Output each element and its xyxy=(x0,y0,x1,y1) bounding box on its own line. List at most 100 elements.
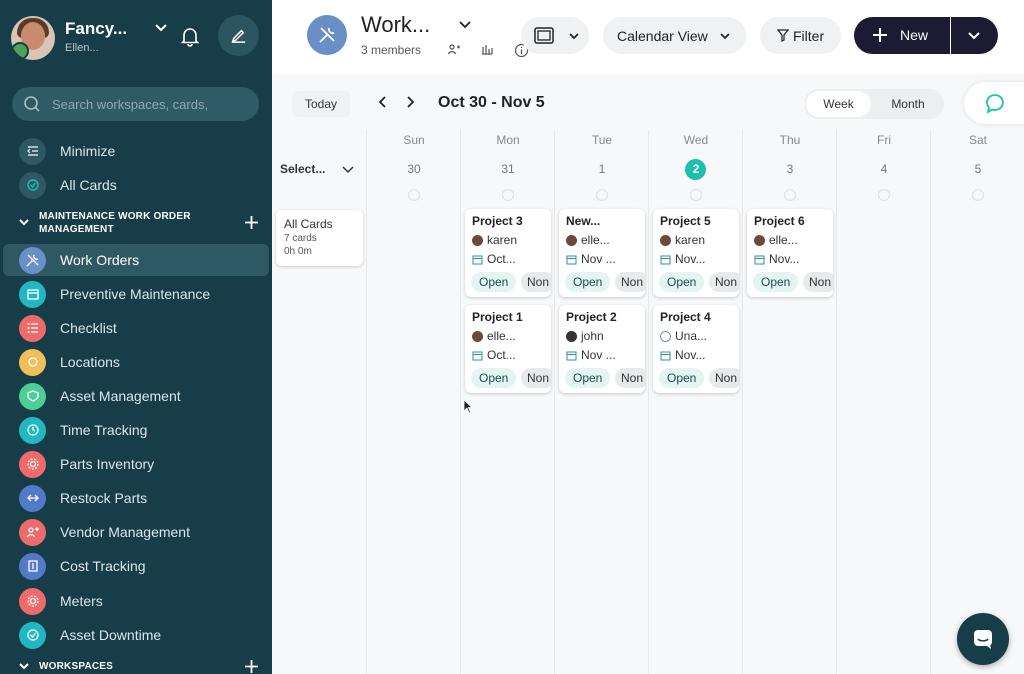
add-card-icon[interactable] xyxy=(408,189,420,201)
sidebar-item-parts-inventory[interactable]: Parts Inventory xyxy=(0,448,272,480)
day-name: Wed xyxy=(683,133,709,147)
add-card-icon[interactable] xyxy=(596,189,608,201)
work-order-card[interactable]: New... elle... Nov ... Open Non xyxy=(559,209,645,297)
new-button[interactable]: New xyxy=(854,17,950,54)
chevron-left-icon[interactable] xyxy=(376,95,390,109)
add-card-icon[interactable] xyxy=(878,189,890,201)
search-icon xyxy=(24,96,40,112)
today-button[interactable]: Today xyxy=(292,91,350,117)
sidebar-item-vendor-management[interactable]: Vendor Management xyxy=(0,516,272,548)
workspace-name[interactable]: Fancy... xyxy=(65,19,127,39)
sidebar-item-checklist[interactable]: Checklist xyxy=(0,312,272,344)
calendar-icon xyxy=(566,351,577,360)
section-header-workspaces[interactable]: WORKSPACES xyxy=(0,658,272,674)
add-member-icon[interactable] xyxy=(447,42,461,56)
day-number: 4 xyxy=(880,162,888,176)
priority-badge[interactable]: Non xyxy=(709,368,739,388)
sidebar-item-asset-management[interactable]: Asset Management xyxy=(0,380,272,412)
avatar[interactable] xyxy=(11,16,55,60)
layout-toggle-button[interactable] xyxy=(521,17,589,54)
status-badge[interactable]: Open xyxy=(471,272,517,292)
view-toggle: Week Month xyxy=(804,89,944,119)
layout-icon xyxy=(534,27,554,44)
status-badge[interactable]: Open xyxy=(565,272,611,292)
chat-icon xyxy=(974,630,992,649)
mouse-cursor-icon xyxy=(463,399,473,414)
summary-card[interactable]: All Cards 7 cards 0h 0m xyxy=(276,210,363,266)
day-name: Fri xyxy=(877,133,891,147)
compose-button[interactable] xyxy=(218,15,259,56)
work-order-card[interactable]: Project 6 elle... Nov... Open Non xyxy=(747,209,833,297)
month-tab[interactable]: Month xyxy=(874,91,942,117)
add-card-icon[interactable] xyxy=(690,189,702,201)
sidebar-item-time-tracking[interactable]: Time Tracking xyxy=(0,414,272,446)
tools-icon xyxy=(19,246,46,274)
sidebar-item-all-cards[interactable]: All Cards xyxy=(0,169,272,201)
status-badge[interactable]: Open xyxy=(565,368,611,388)
new-dropdown-button[interactable] xyxy=(951,17,998,54)
priority-badge[interactable]: Non xyxy=(521,368,551,388)
work-order-card[interactable]: Project 2 john Nov ... Open Non xyxy=(559,305,645,393)
chevron-down-icon[interactable] xyxy=(458,18,472,32)
priority-badge[interactable]: Non xyxy=(615,272,645,292)
new-label: New xyxy=(900,27,929,43)
sidebar-item-locations[interactable]: Locations xyxy=(0,346,272,378)
search-input[interactable] xyxy=(52,87,252,121)
day-number: 30 xyxy=(407,162,421,176)
work-order-card[interactable]: Project 5 karen Nov... Open Non xyxy=(653,209,739,297)
work-order-card[interactable]: Project 4 Una... Nov... Open Non xyxy=(653,305,739,393)
work-order-card[interactable]: Project 3 karen Oct... Open Non xyxy=(465,209,551,297)
date-text: Nov... xyxy=(769,252,800,266)
calendar-view-dropdown[interactable]: Calendar View xyxy=(603,17,746,54)
filter-icon xyxy=(777,29,789,42)
chevron-down-icon[interactable] xyxy=(341,163,355,177)
card-title: Project 2 xyxy=(566,310,617,324)
section-header-maintenance[interactable]: MAINTENANCE WORK ORDER MANAGEMENT xyxy=(0,209,272,239)
status-badge[interactable]: Open xyxy=(659,368,705,388)
week-tab[interactable]: Week xyxy=(806,91,871,117)
sidebar-item-cost-tracking[interactable]: Cost Tracking xyxy=(0,550,272,582)
priority-badge[interactable]: Non xyxy=(615,368,645,388)
plus-icon[interactable] xyxy=(244,659,259,674)
status-badge[interactable]: Open xyxy=(471,368,517,388)
priority-badge[interactable]: Non xyxy=(521,272,551,292)
plus-icon xyxy=(873,28,887,42)
chevron-right-icon[interactable] xyxy=(403,95,417,109)
status-badge[interactable]: Open xyxy=(753,272,799,292)
add-card-icon[interactable] xyxy=(972,189,984,201)
card-date: Oct... xyxy=(472,252,516,266)
sidebar-item-asset-downtime[interactable]: Asset Downtime xyxy=(0,619,272,651)
sidebar-item-minimize[interactable]: Minimize xyxy=(0,135,272,167)
workspace-header: Fancy... Ellen... xyxy=(0,0,272,76)
bar-chart-icon[interactable] xyxy=(480,42,494,56)
priority-badge[interactable]: Non xyxy=(803,272,833,292)
column-divider xyxy=(648,130,649,674)
user-avatar-icon xyxy=(566,234,577,246)
priority-badge[interactable]: Non xyxy=(709,272,739,292)
card-assignee: karen xyxy=(472,233,517,247)
bell-icon[interactable] xyxy=(178,24,202,48)
day-number: 3 xyxy=(786,162,794,176)
sidebar-item-preventive-maintenance[interactable]: Preventive Maintenance xyxy=(0,278,272,310)
tools-icon xyxy=(319,27,335,43)
calendar-icon xyxy=(472,255,483,264)
sidebar-item-work-orders[interactable]: Work Orders xyxy=(3,244,269,276)
plus-icon[interactable] xyxy=(244,215,259,230)
member-count[interactable]: 3 members xyxy=(361,43,421,57)
assignee-name: Una... xyxy=(675,329,708,343)
work-order-card[interactable]: Project 1 elle... Oct... Open Non xyxy=(465,305,551,393)
page-title[interactable]: Work... xyxy=(361,12,430,38)
sidebar-item-meters[interactable]: Meters xyxy=(0,585,272,617)
card-assignee: elle... xyxy=(754,233,798,247)
comments-button[interactable] xyxy=(964,82,1024,124)
user-avatar-icon xyxy=(472,234,483,246)
select-label[interactable]: Select... xyxy=(280,162,325,176)
add-card-icon[interactable] xyxy=(784,189,796,201)
chevron-down-icon[interactable] xyxy=(153,20,169,36)
filter-button[interactable]: Filter xyxy=(760,17,841,54)
status-badge[interactable]: Open xyxy=(659,272,705,292)
sidebar-item-restock-parts[interactable]: Restock Parts xyxy=(0,482,272,514)
add-card-icon[interactable] xyxy=(502,189,514,201)
support-chat-button[interactable] xyxy=(957,613,1009,665)
view-label: Calendar View xyxy=(617,27,708,44)
